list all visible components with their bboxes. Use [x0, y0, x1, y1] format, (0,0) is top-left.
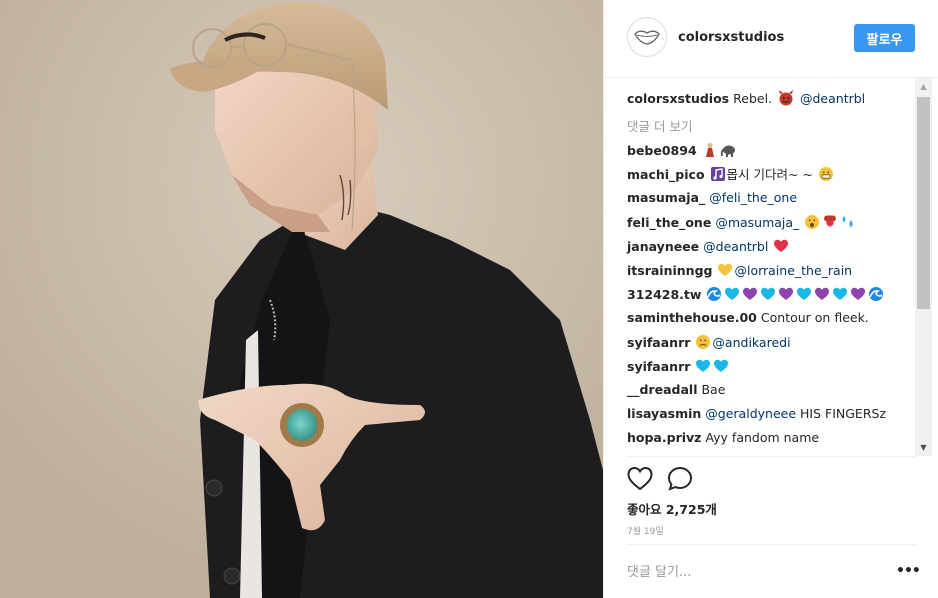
elephant-emoji: [720, 145, 735, 157]
comment-mention[interactable]: @deantrbl: [703, 239, 768, 254]
sweat-drops-emoji: [842, 216, 854, 228]
comment-text: Bae: [701, 382, 726, 397]
purple-heart-emoji: [815, 287, 830, 300]
scroll-thumb[interactable]: [917, 97, 930, 309]
wave-emoji: [869, 287, 884, 301]
comment-row: feli_the_one @masumaja_: [627, 214, 857, 231]
blue-heart-emoji: [696, 359, 711, 372]
comment-username[interactable]: __dreadall: [627, 382, 697, 397]
comment-username[interactable]: syifaanrr: [627, 335, 690, 350]
blue-heart-emoji: [761, 287, 776, 300]
purple-heart-emoji: [851, 287, 866, 300]
scroll-up-arrow-icon[interactable]: ▲: [915, 78, 932, 95]
divider: [627, 456, 916, 457]
sad-face-emoji: [696, 335, 711, 349]
comment-mention[interactable]: @andikaredi: [712, 335, 790, 350]
lips-logo-icon: [634, 30, 660, 45]
speech-bubble-icon[interactable]: [667, 466, 693, 492]
view-more-comments-link[interactable]: 댓글 더 보기: [627, 116, 692, 135]
shocked-emoji: [805, 215, 820, 229]
heart-outline-icon[interactable]: [627, 466, 653, 492]
post-header: colorsxstudios 팔로우: [604, 0, 938, 78]
comment-mention[interactable]: @geraldyneee: [705, 406, 796, 421]
comment-mention[interactable]: @masumaja_: [715, 215, 799, 230]
comment-text: HIS FINGERSz: [800, 406, 887, 421]
comment-mention[interactable]: @feli_the_one: [709, 190, 797, 205]
comment-username[interactable]: janayneee: [627, 239, 699, 254]
post-side-panel: colorsxstudios 팔로우 colorsxstudios Rebel. …: [603, 0, 938, 598]
comment-username[interactable]: bebe0894: [627, 143, 697, 158]
comment-row: machi_pico 몹시 기다려~ ~: [627, 166, 835, 183]
caption-mention[interactable]: @deantrbl: [800, 91, 865, 106]
comment-row: lisayasmin @geraldyneee HIS FINGERSz: [627, 406, 886, 422]
comment-mention[interactable]: @lorraine_the_rain: [734, 263, 852, 278]
purple-heart-emoji: [743, 287, 758, 300]
grin-emoji: [818, 167, 833, 181]
comment-row: saminthehouse.00 Contour on fleek.: [627, 310, 869, 326]
heart-eyes-emoji: [718, 263, 733, 276]
comment-username[interactable]: machi_pico: [627, 167, 705, 182]
comment-text: Contour on fleek.: [760, 310, 869, 325]
account-username[interactable]: colorsxstudios: [678, 30, 784, 45]
tongue-emoji: [824, 215, 837, 227]
comment-text: Ayy fandom name: [705, 430, 820, 445]
divider: [627, 544, 916, 545]
devil-emoji: [779, 90, 793, 106]
comments-list: colorsxstudios Rebel. @deantrbl 댓글 더 보기 b…: [604, 78, 938, 456]
comment-username[interactable]: hopa.privz: [627, 430, 701, 445]
caption-username[interactable]: colorsxstudios: [627, 91, 729, 106]
comment-username[interactable]: syifaanrr: [627, 359, 690, 374]
comment-row: 312428.tw: [627, 286, 885, 303]
purple-heart-emoji: [779, 287, 794, 300]
comment-username[interactable]: feli_the_one: [627, 215, 711, 230]
caption-text: Rebel.: [733, 91, 773, 106]
comment-row: __dreadall Bae: [627, 382, 725, 398]
comment-row: janayneee @deantrbl: [627, 238, 790, 255]
comment-username[interactable]: saminthehouse.00: [627, 310, 757, 325]
blue-heart-emoji: [725, 287, 740, 300]
music-note-emoji: [710, 167, 725, 181]
add-comment-input[interactable]: [627, 562, 867, 582]
heart-emoji: [774, 239, 789, 252]
comment-row: hopa.privz Ayy fandom name: [627, 430, 819, 446]
follow-button[interactable]: 팔로우: [854, 24, 915, 52]
woman-emoji: [705, 142, 714, 157]
blue-heart-emoji: [797, 287, 812, 300]
comment-row: syifaanrr @andikaredi: [627, 334, 791, 351]
wave-emoji: [707, 287, 722, 301]
post-date[interactable]: 7월 19일: [627, 524, 664, 537]
caption: colorsxstudios Rebel. @deantrbl: [627, 90, 865, 107]
comments-scrollbar[interactable]: ▲ ▼: [915, 78, 932, 456]
likes-count[interactable]: 좋아요 2,725개: [627, 499, 717, 518]
comment-row: syifaanrr: [627, 358, 730, 375]
more-options-icon[interactable]: •••: [896, 563, 921, 579]
comment-username[interactable]: lisayasmin: [627, 406, 701, 421]
blue-heart-emoji: [714, 359, 729, 372]
blue-heart-emoji: [833, 287, 848, 300]
scroll-down-arrow-icon[interactable]: ▼: [915, 439, 932, 456]
account-avatar[interactable]: [627, 17, 667, 57]
comment-username[interactable]: itsraininngg: [627, 263, 712, 278]
comment-username[interactable]: 312428.tw: [627, 287, 701, 302]
post-photo[interactable]: [0, 0, 603, 598]
comment-row: bebe0894: [627, 142, 737, 159]
instagram-post: colorsxstudios 팔로우 colorsxstudios Rebel. …: [0, 0, 938, 598]
comment-row: masumaja_ @feli_the_one: [627, 190, 797, 206]
photo-illustration: [0, 0, 603, 598]
comment-row: itsraininngg @lorraine_the_rain: [627, 262, 852, 279]
comment-username[interactable]: masumaja_: [627, 190, 705, 205]
comment-text: 몹시 기다려~ ~: [726, 167, 813, 182]
